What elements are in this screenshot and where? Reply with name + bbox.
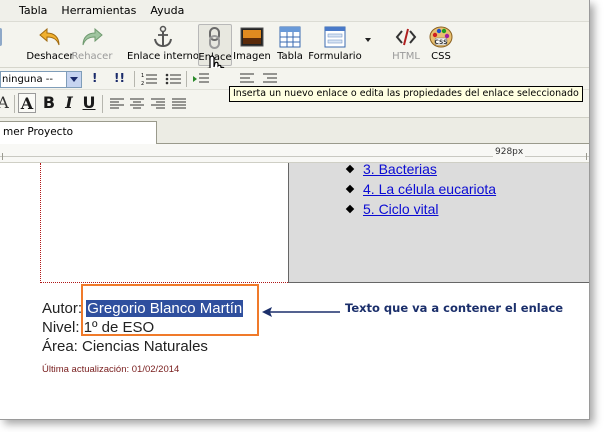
undo-button[interactable]: Deshacer <box>26 24 74 66</box>
html-label: HTML <box>392 51 420 62</box>
bullet-icon <box>345 204 355 214</box>
document-canvas[interactable]: 3. Bacterias 4. La célula eucariota 5. C… <box>0 161 589 419</box>
image-label: Imagen <box>233 51 271 62</box>
table-label: Tabla <box>277 51 303 62</box>
area-row: Área: Ciencias Naturales <box>42 338 208 355</box>
annotation-text: Texto que va a contener el enlace <box>345 301 564 315</box>
arrow-left-icon <box>262 307 340 317</box>
image-button[interactable]: Imagen <box>233 24 271 66</box>
block-style-value: ninguna -- <box>2 74 54 85</box>
ruler: 928px <box>0 144 589 163</box>
form-button[interactable]: Formulario <box>308 24 362 66</box>
menu-tabla[interactable]: Tabla <box>19 4 47 17</box>
undo-label: Deshacer <box>26 51 74 62</box>
document-tab-bar: mer Proyecto <box>0 118 589 144</box>
list-item: 4. La célula eucariota <box>345 179 496 199</box>
justify-right-icon[interactable] <box>151 98 165 111</box>
highlight-box <box>81 284 259 336</box>
toolbar-separator <box>134 71 135 87</box>
undo-icon <box>37 24 63 50</box>
internal-link-label: Enlace interno <box>127 51 199 62</box>
bullet-icon <box>345 184 355 194</box>
bullet-icon <box>345 164 355 174</box>
redo-label: Rehacer <box>71 51 113 62</box>
table-cell-left[interactable] <box>40 163 288 283</box>
toggle-button-2[interactable]: !! <box>114 71 125 85</box>
partial-toolbar-button[interactable] <box>0 24 4 66</box>
chapter-link[interactable]: 3. Bacterias <box>363 159 437 179</box>
underline-button[interactable]: U <box>80 93 98 113</box>
justify-left-icon[interactable] <box>110 98 124 111</box>
editor-window: Tabla Herramientas Ayuda Deshacer Rehace… <box>0 0 590 420</box>
list-item: 5. Ciclo vital <box>345 199 496 219</box>
italic-button[interactable]: I <box>60 93 78 113</box>
block-style-select[interactable]: ninguna -- <box>0 71 82 88</box>
redo-icon <box>79 24 105 50</box>
bullet-list-icon[interactable] <box>165 72 181 86</box>
css-label: CSS <box>431 51 451 62</box>
table-button[interactable]: Tabla <box>275 24 305 66</box>
level-label: Nivel: <box>42 319 80 336</box>
chapter-link[interactable]: 5. Ciclo vital <box>363 199 438 219</box>
image-icon <box>239 24 265 50</box>
justify-full-icon[interactable] <box>172 98 186 111</box>
internal-link-button[interactable]: Enlace interno <box>127 24 199 66</box>
chevron-down-icon <box>66 72 81 87</box>
ruler-tick <box>2 153 3 160</box>
svg-text:1: 1 <box>141 73 144 79</box>
css-button[interactable]: CSS CSS <box>427 24 455 66</box>
css-palette-icon: CSS <box>428 24 454 50</box>
toolbar-separator <box>102 95 103 113</box>
form-label: Formulario <box>308 51 362 62</box>
numbered-list-icon[interactable]: 12 <box>141 72 157 86</box>
table-cell-right[interactable]: 3. Bacterias 4. La célula eucariota 5. C… <box>288 161 589 283</box>
ruler-width-label: 928px <box>493 147 526 157</box>
justify-center-icon[interactable] <box>130 98 144 111</box>
last-updated: Última actualización: 01/02/2014 <box>42 364 180 375</box>
bold-button[interactable]: B <box>40 93 58 113</box>
toolbar-separator <box>186 71 187 87</box>
link-tooltip: Inserta un nuevo enlace o edita las prop… <box>229 86 583 102</box>
font-color-button[interactable]: A <box>18 93 36 113</box>
align-left-icon[interactable] <box>240 72 254 86</box>
form-icon <box>322 24 348 50</box>
author-label: Autor: <box>42 300 83 317</box>
redo-button[interactable]: Rehacer <box>71 24 113 66</box>
html-button[interactable]: HTML <box>390 24 422 66</box>
svg-text:2: 2 <box>141 81 144 86</box>
chapter-link[interactable]: 4. La célula eucariota <box>363 179 496 199</box>
toolbar-separator <box>14 95 15 113</box>
ruler-tick <box>586 153 587 160</box>
menu-bar: Tabla Herramientas Ayuda <box>0 0 589 22</box>
menu-ayuda[interactable]: Ayuda <box>150 4 184 17</box>
html-code-icon <box>393 24 419 50</box>
chapter-list: 3. Bacterias 4. La célula eucariota 5. C… <box>345 159 496 219</box>
list-item: 3. Bacterias <box>345 159 496 179</box>
menu-herramientas[interactable]: Herramientas <box>61 4 136 17</box>
table-icon <box>277 24 303 50</box>
tab-proyecto[interactable]: mer Proyecto <box>0 121 157 144</box>
toggle-button-1[interactable]: ! <box>92 71 97 85</box>
indent-icon[interactable] <box>193 72 209 86</box>
svg-text:CSS: CSS <box>435 39 448 46</box>
main-toolbar: Deshacer Rehacer Enlace interno Enlace I <box>0 22 589 82</box>
font-size-button[interactable]: A <box>0 93 12 113</box>
link-icon <box>202 25 228 51</box>
align-right-icon[interactable] <box>263 72 277 86</box>
anchor-icon <box>150 24 176 50</box>
form-dropdown-arrow-icon[interactable] <box>365 38 371 42</box>
